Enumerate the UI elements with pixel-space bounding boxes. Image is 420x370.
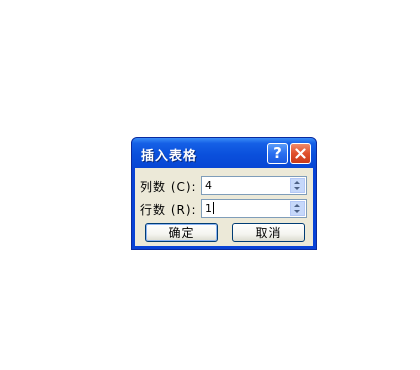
- columns-input[interactable]: 4: [205, 179, 212, 192]
- dialog-body: 列数 (C): 4 行数 (R): 1 确定 取消: [135, 168, 313, 246]
- cancel-button[interactable]: 取消: [232, 223, 305, 242]
- rows-label: 行数 (R):: [140, 203, 197, 217]
- close-icon: [295, 148, 306, 159]
- insert-table-dialog: 插入表格 ? 列数 (C): 4 行数 (R): 1 确定 取消: [131, 137, 317, 250]
- text-caret: [213, 202, 214, 214]
- rows-spinbox[interactable]: 1: [201, 199, 307, 218]
- columns-row: 列数 (C): 4: [135, 176, 313, 195]
- rows-row: 行数 (R): 1: [135, 199, 313, 218]
- help-icon: ?: [273, 144, 282, 162]
- close-button[interactable]: [290, 143, 311, 164]
- rows-spin-buttons[interactable]: [290, 201, 305, 216]
- spin-up-icon[interactable]: [294, 204, 300, 207]
- ok-button[interactable]: 确定: [145, 223, 218, 242]
- spin-down-icon[interactable]: [294, 187, 300, 190]
- rows-input-wrap[interactable]: 1: [205, 202, 214, 215]
- rows-input[interactable]: 1: [205, 202, 212, 215]
- spin-up-icon[interactable]: [294, 181, 300, 184]
- spin-down-icon[interactable]: [294, 210, 300, 213]
- columns-spinbox[interactable]: 4: [201, 176, 307, 195]
- help-button[interactable]: ?: [267, 143, 288, 164]
- dialog-title: 插入表格: [141, 149, 198, 164]
- columns-label: 列数 (C):: [140, 180, 197, 194]
- dialog-titlebar[interactable]: 插入表格 ?: [132, 138, 316, 168]
- columns-spin-buttons[interactable]: [290, 178, 305, 193]
